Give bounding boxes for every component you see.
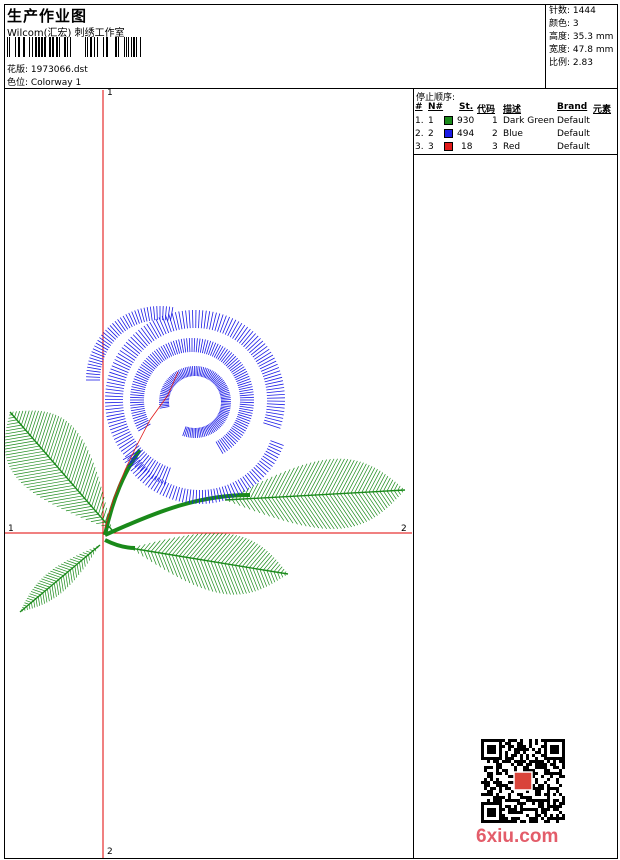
v-axis-top-label: 1 [107, 88, 113, 98]
rose-stitches [86, 306, 285, 505]
leaf-stitches [4, 410, 406, 613]
qr-code[interactable] [481, 739, 565, 823]
v-axis-bottom-label: 2 [107, 847, 113, 857]
embroidery-preview [4, 90, 412, 858]
watermark-logo: 6xiu.com [476, 826, 559, 847]
h-axis-right-label: 2 [401, 524, 407, 534]
h-axis-left-label: 1 [8, 524, 14, 534]
